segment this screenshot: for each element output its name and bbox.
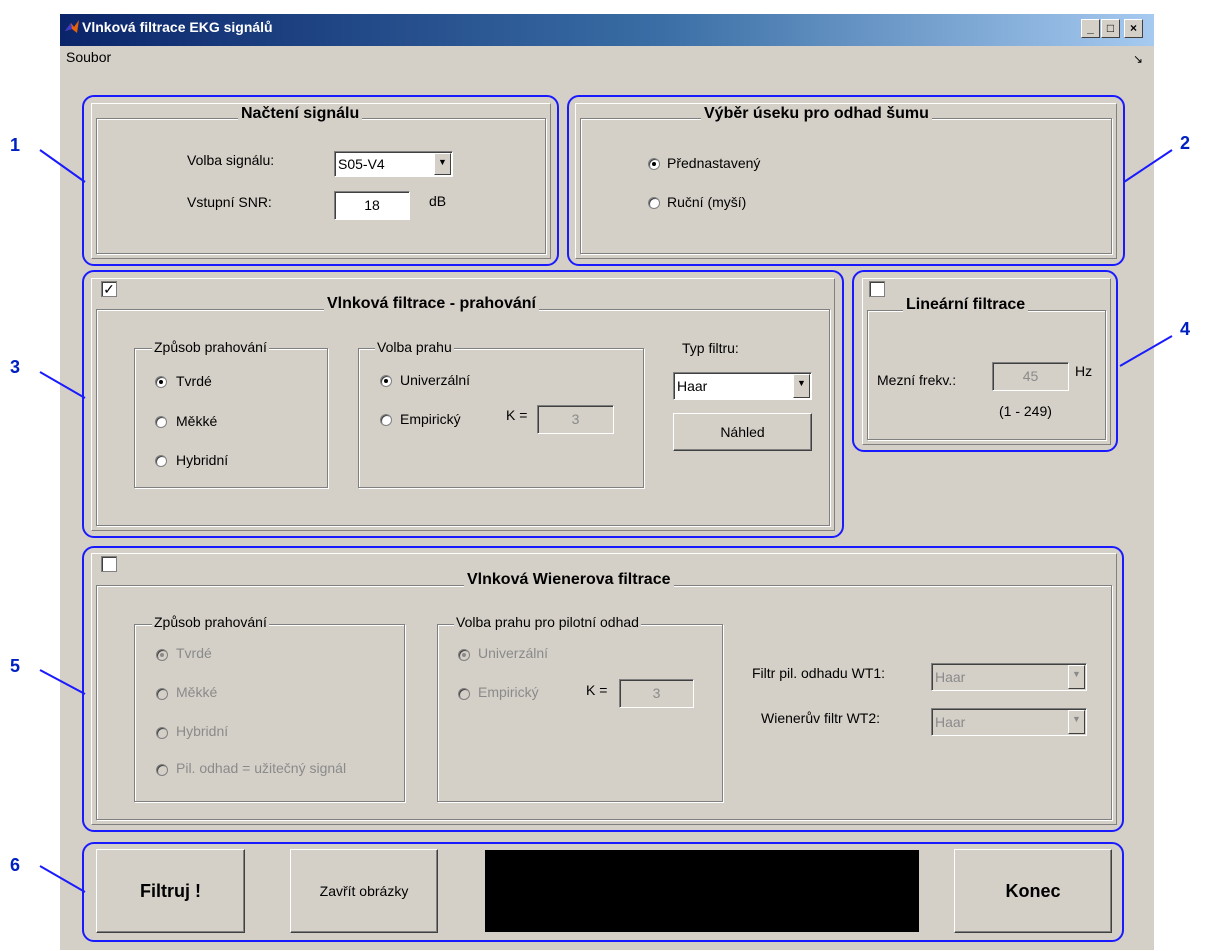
annotation-box-6 (82, 842, 1124, 942)
annotation-3: 3 (10, 357, 21, 377)
annotation-box-2 (567, 95, 1125, 266)
annotation-box-3 (82, 270, 844, 538)
annotation-6: 6 (10, 855, 21, 875)
annotation-2: 2 (1180, 133, 1191, 153)
annotation-box-1 (82, 95, 559, 266)
annotation-5: 5 (10, 656, 21, 676)
annotation-box-4 (852, 270, 1118, 452)
annotation-box-5 (82, 546, 1124, 832)
annotation-4: 4 (1180, 319, 1191, 339)
annotation-1: 1 (10, 135, 21, 155)
